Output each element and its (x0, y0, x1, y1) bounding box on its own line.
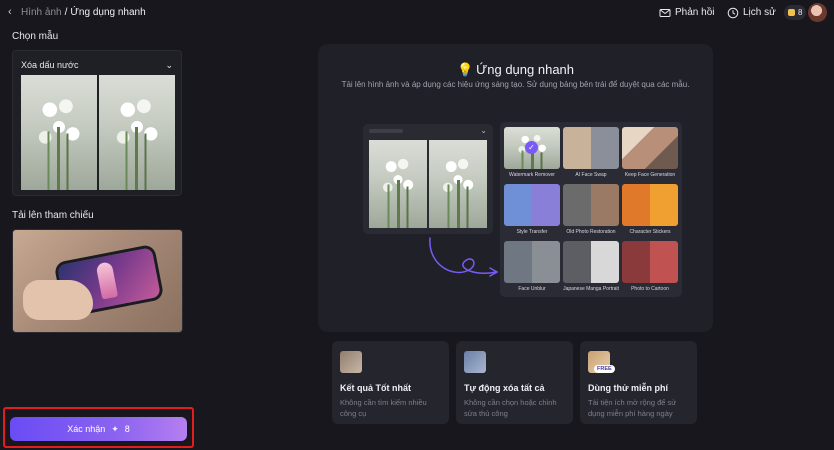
tile-japanese-manga-portrait[interactable]: Japanese Manga Portrait (563, 241, 619, 292)
tile-character-stickers[interactable]: Character Stickers (622, 184, 678, 235)
template-preview-after (99, 75, 175, 190)
photos-stack-icon (340, 351, 362, 373)
mail-icon (659, 8, 671, 17)
tile-caption: Character Stickers (629, 229, 671, 235)
feedback-button[interactable]: Phản hồi (659, 4, 714, 21)
top-bar: ‹ Hình ảnh / Ứng dụng nhanh Phản hồi Lịc… (0, 0, 834, 26)
tile-image (563, 127, 619, 169)
feature-card-free-trial: FREE Dùng thử miễn phí Tải tiện ích mở r… (580, 341, 697, 424)
tile-image (622, 241, 678, 283)
confirm-button[interactable]: Xác nhận ✦ 8 (10, 417, 187, 441)
demo-select-bar (369, 129, 403, 133)
breadcrumb-parent[interactable]: Hình ảnh (21, 7, 62, 18)
lightbulb-icon: 💡 (456, 62, 474, 77)
tile-caption: Japanese Manga Portrait (563, 286, 619, 292)
tile-style-transfer[interactable]: Style Transfer (504, 184, 560, 235)
tile-image (622, 184, 678, 226)
demo-chevron-icon: ⌄ (480, 126, 487, 135)
confirm-highlight: Xác nhận ✦ 8 (3, 407, 194, 448)
tile-image (504, 241, 560, 283)
tile-face-unblur[interactable]: Face Unblur (504, 241, 560, 292)
history-label: Lịch sử (743, 7, 776, 18)
tile-image (504, 184, 560, 226)
feature-card-auto-remove: Tự động xóa tất cả Không cần chọn hoặc c… (456, 341, 573, 424)
coin-icon (788, 9, 795, 16)
tile-image (563, 184, 619, 226)
reference-image[interactable] (12, 229, 183, 333)
template-label: Chọn mẫu (12, 31, 59, 42)
credits-count: 8 (798, 8, 803, 17)
check-icon: ✓ (525, 141, 538, 154)
feature-desc: Không cần chọn hoặc chỉnh sửa thủ công (464, 398, 557, 418)
feature-desc: Không cần tìm kiếm nhiều công cụ (340, 398, 427, 418)
panel-subtitle: Tải lên hình ảnh và áp dụng các hiệu ứng… (341, 80, 690, 89)
feature-title: Dùng thử miễn phí (588, 383, 669, 393)
feature-card-best-results: Kết quả Tốt nhất Không cần tìm kiếm nhiề… (332, 341, 449, 424)
tile-caption: Style Transfer (516, 229, 548, 235)
avatar[interactable] (808, 3, 827, 22)
clock-icon (727, 7, 739, 18)
feature-title: Kết quả Tốt nhất (340, 383, 411, 393)
tile-keep-face-generation[interactable]: Keep Face Generation (622, 127, 678, 178)
demo-preview-before (369, 140, 427, 228)
chevron-down-icon: ⌄ (165, 59, 173, 70)
tile-caption: AI Face Swap (575, 172, 607, 178)
breadcrumb-current: Ứng dụng nhanh (70, 6, 146, 18)
template-dropdown[interactable]: Xóa dấu nước ⌄ (21, 59, 173, 71)
tile-photo-to-cartoon[interactable]: Photo to Cartoon (622, 241, 678, 292)
back-chevron-icon[interactable]: ‹ (8, 6, 18, 18)
breadcrumb: ‹ Hình ảnh / Ứng dụng nhanh (8, 6, 146, 18)
template-grid: ✓ Watermark Remover AI Face Swap Keep Fa… (500, 122, 682, 297)
quick-apps-panel: 💡 Ứng dụng nhanh Tải lên hình ảnh và áp d… (318, 44, 713, 332)
tile-caption: Watermark Remover (509, 172, 555, 178)
breadcrumb-separator: / (64, 6, 68, 18)
tile-image (622, 127, 678, 169)
panel-title-row: 💡 Ứng dụng nhanh (318, 62, 713, 78)
demo-template-card: ⌄ (363, 124, 493, 234)
history-button[interactable]: Lịch sử (727, 4, 776, 21)
tile-caption: Old Photo Restoration (566, 229, 616, 235)
confirm-label: Xác nhận (67, 424, 106, 434)
tile-caption: Photo to Cartoon (631, 286, 669, 292)
tile-image (563, 241, 619, 283)
feedback-label: Phản hồi (675, 7, 715, 18)
reference-label: Tải lên tham chiếu (12, 210, 94, 221)
tile-watermark-remover[interactable]: ✓ Watermark Remover (504, 127, 560, 178)
curved-arrow-icon (429, 237, 499, 277)
tile-old-photo-restoration[interactable]: Old Photo Restoration (563, 184, 619, 235)
tile-ai-face-swap[interactable]: AI Face Swap (563, 127, 619, 178)
sparkle-icon: ✦ (111, 423, 119, 434)
template-select-value: Xóa dấu nước (21, 60, 79, 70)
tile-caption: Keep Face Generation (624, 172, 676, 178)
hand-image (23, 280, 93, 320)
template-preview-before (21, 75, 97, 190)
confirm-cost: 8 (124, 424, 130, 434)
template-card[interactable]: Xóa dấu nước ⌄ (12, 50, 182, 196)
credits-badge[interactable]: 8 (784, 5, 807, 20)
feature-desc: Tải tiện ích mở rộng để sử dụng miễn phí… (588, 398, 677, 418)
feature-title: Tự động xóa tất cả (464, 383, 545, 393)
tile-caption: Face Unblur (518, 286, 546, 292)
auto-check-icon (464, 351, 486, 373)
free-badge: FREE (594, 365, 615, 373)
demo-preview-after (429, 140, 487, 228)
panel-title: Ứng dụng nhanh (476, 62, 575, 77)
